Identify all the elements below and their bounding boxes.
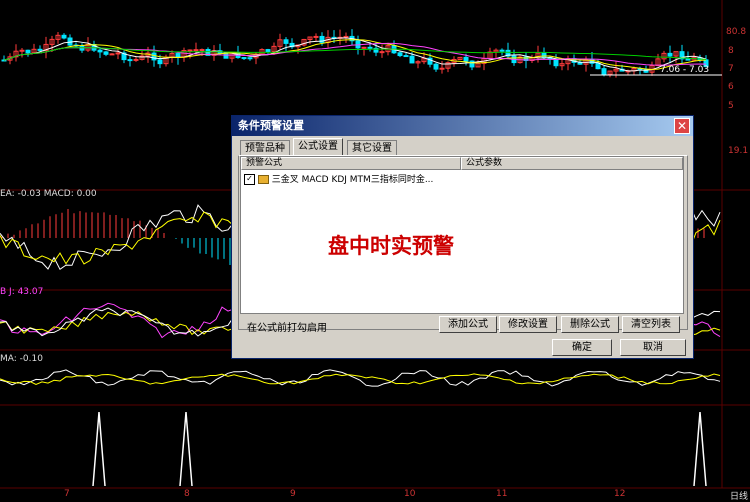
alert-settings-dialog: 条件预警设置 ✕ 预警品种 公式设置 其它设置 预警公式 公式参数 ✓ 三金叉 … bbox=[231, 115, 694, 359]
price-label-b: 8 bbox=[728, 46, 734, 56]
candle-body bbox=[685, 58, 691, 61]
alert-spike bbox=[179, 411, 193, 487]
enable-checkbox[interactable]: ✓ bbox=[244, 174, 255, 185]
candle-body bbox=[283, 39, 289, 44]
candle-body bbox=[667, 52, 673, 57]
candle-body bbox=[61, 34, 67, 39]
candle-body bbox=[379, 51, 385, 54]
edit-settings-button[interactable]: 修改设置 bbox=[499, 316, 557, 333]
candle-body bbox=[439, 67, 445, 70]
candle-body bbox=[199, 49, 205, 52]
candle-body bbox=[265, 49, 271, 53]
list-item[interactable]: ✓ 三金叉 MACD KDJ MTM三指标同时金... bbox=[244, 172, 433, 185]
price-label-e: 5 bbox=[728, 101, 734, 111]
candle-body bbox=[25, 49, 31, 54]
candle-body bbox=[361, 46, 367, 49]
dialog-title: 条件预警设置 bbox=[232, 116, 693, 136]
candle-body bbox=[553, 58, 559, 67]
formula-icon bbox=[257, 175, 269, 184]
candle-body bbox=[175, 53, 181, 58]
candle-body bbox=[37, 48, 43, 51]
hint-text: 在公式前打勾启用 bbox=[247, 323, 327, 334]
candle-body bbox=[157, 59, 163, 65]
candle-body bbox=[433, 63, 439, 70]
alert-spike bbox=[693, 411, 707, 487]
clear-list-button[interactable]: 清空列表 bbox=[622, 316, 680, 333]
candle-body bbox=[187, 49, 193, 52]
candle-body bbox=[19, 49, 25, 52]
price-label-f: 19.1 bbox=[728, 146, 749, 156]
candle-body bbox=[109, 53, 115, 56]
candle-body bbox=[601, 68, 607, 75]
price-label-top: 80.8 bbox=[726, 27, 747, 37]
ma-label: MA: -0.10 bbox=[0, 354, 43, 364]
mtm-line bbox=[0, 369, 721, 387]
candle-body bbox=[115, 52, 121, 55]
formula-text: 三金叉 MACD KDJ MTM三指标同时金... bbox=[271, 175, 434, 185]
candle-body bbox=[463, 56, 469, 62]
tab-alert-varieties[interactable]: 预警品种 bbox=[240, 140, 290, 155]
x-tick: 9 bbox=[290, 489, 296, 499]
column-header-formula[interactable]: 预警公式 bbox=[241, 157, 461, 170]
moving-average-line bbox=[3, 47, 707, 61]
candle-body bbox=[499, 49, 505, 52]
tab-formula-settings[interactable]: 公式设置 bbox=[293, 138, 343, 155]
kdj-label: B J: 43.07 bbox=[0, 287, 44, 297]
x-tick: 10 bbox=[404, 489, 416, 499]
x-tick: 12 bbox=[614, 489, 626, 499]
candle-body bbox=[313, 35, 319, 38]
candle-body bbox=[469, 60, 475, 68]
formula-list[interactable]: 预警公式 公式参数 ✓ 三金叉 MACD KDJ MTM三指标同时金... bbox=[240, 156, 684, 314]
price-label-d: 6 bbox=[728, 82, 734, 92]
candle-body bbox=[409, 55, 415, 64]
candle-body bbox=[247, 57, 253, 60]
x-tick: 8 bbox=[184, 489, 190, 499]
candle-body bbox=[151, 52, 157, 61]
candle-body bbox=[193, 49, 199, 52]
price-label-range: 7.06 - 7.03 bbox=[660, 65, 710, 75]
candle-body bbox=[397, 52, 403, 57]
candle-body bbox=[223, 52, 229, 59]
x-tick: 7 bbox=[64, 489, 70, 499]
overlay-caption: 盘中时实预警 bbox=[328, 233, 454, 258]
candle-body bbox=[127, 59, 133, 62]
tab-other-settings[interactable]: 其它设置 bbox=[347, 140, 397, 155]
candle-body bbox=[343, 35, 349, 38]
moving-average-line bbox=[3, 39, 707, 70]
macd-label: EA: -0.03 MACD: 0.00 bbox=[0, 189, 97, 199]
period-label: 日线 bbox=[730, 492, 749, 502]
x-tick: 11 bbox=[496, 489, 508, 499]
candle-body bbox=[103, 51, 109, 55]
candle-body bbox=[403, 55, 409, 58]
alert-spike bbox=[92, 411, 106, 487]
candle-body bbox=[595, 62, 601, 70]
add-formula-button[interactable]: 添加公式 bbox=[439, 316, 497, 333]
ok-button[interactable]: 确定 bbox=[552, 339, 612, 356]
cancel-button[interactable]: 取消 bbox=[620, 339, 686, 356]
candle-body bbox=[241, 57, 247, 60]
candle-body bbox=[97, 49, 103, 53]
mtm-ma-line bbox=[0, 373, 721, 385]
close-icon[interactable]: ✕ bbox=[674, 118, 690, 134]
price-label-c: 7 bbox=[728, 64, 734, 74]
candle-body bbox=[541, 52, 547, 58]
delete-formula-button[interactable]: 删除公式 bbox=[561, 316, 619, 333]
column-header-params[interactable]: 公式参数 bbox=[461, 157, 683, 170]
candle-body bbox=[133, 58, 139, 61]
candle-body bbox=[367, 46, 373, 49]
